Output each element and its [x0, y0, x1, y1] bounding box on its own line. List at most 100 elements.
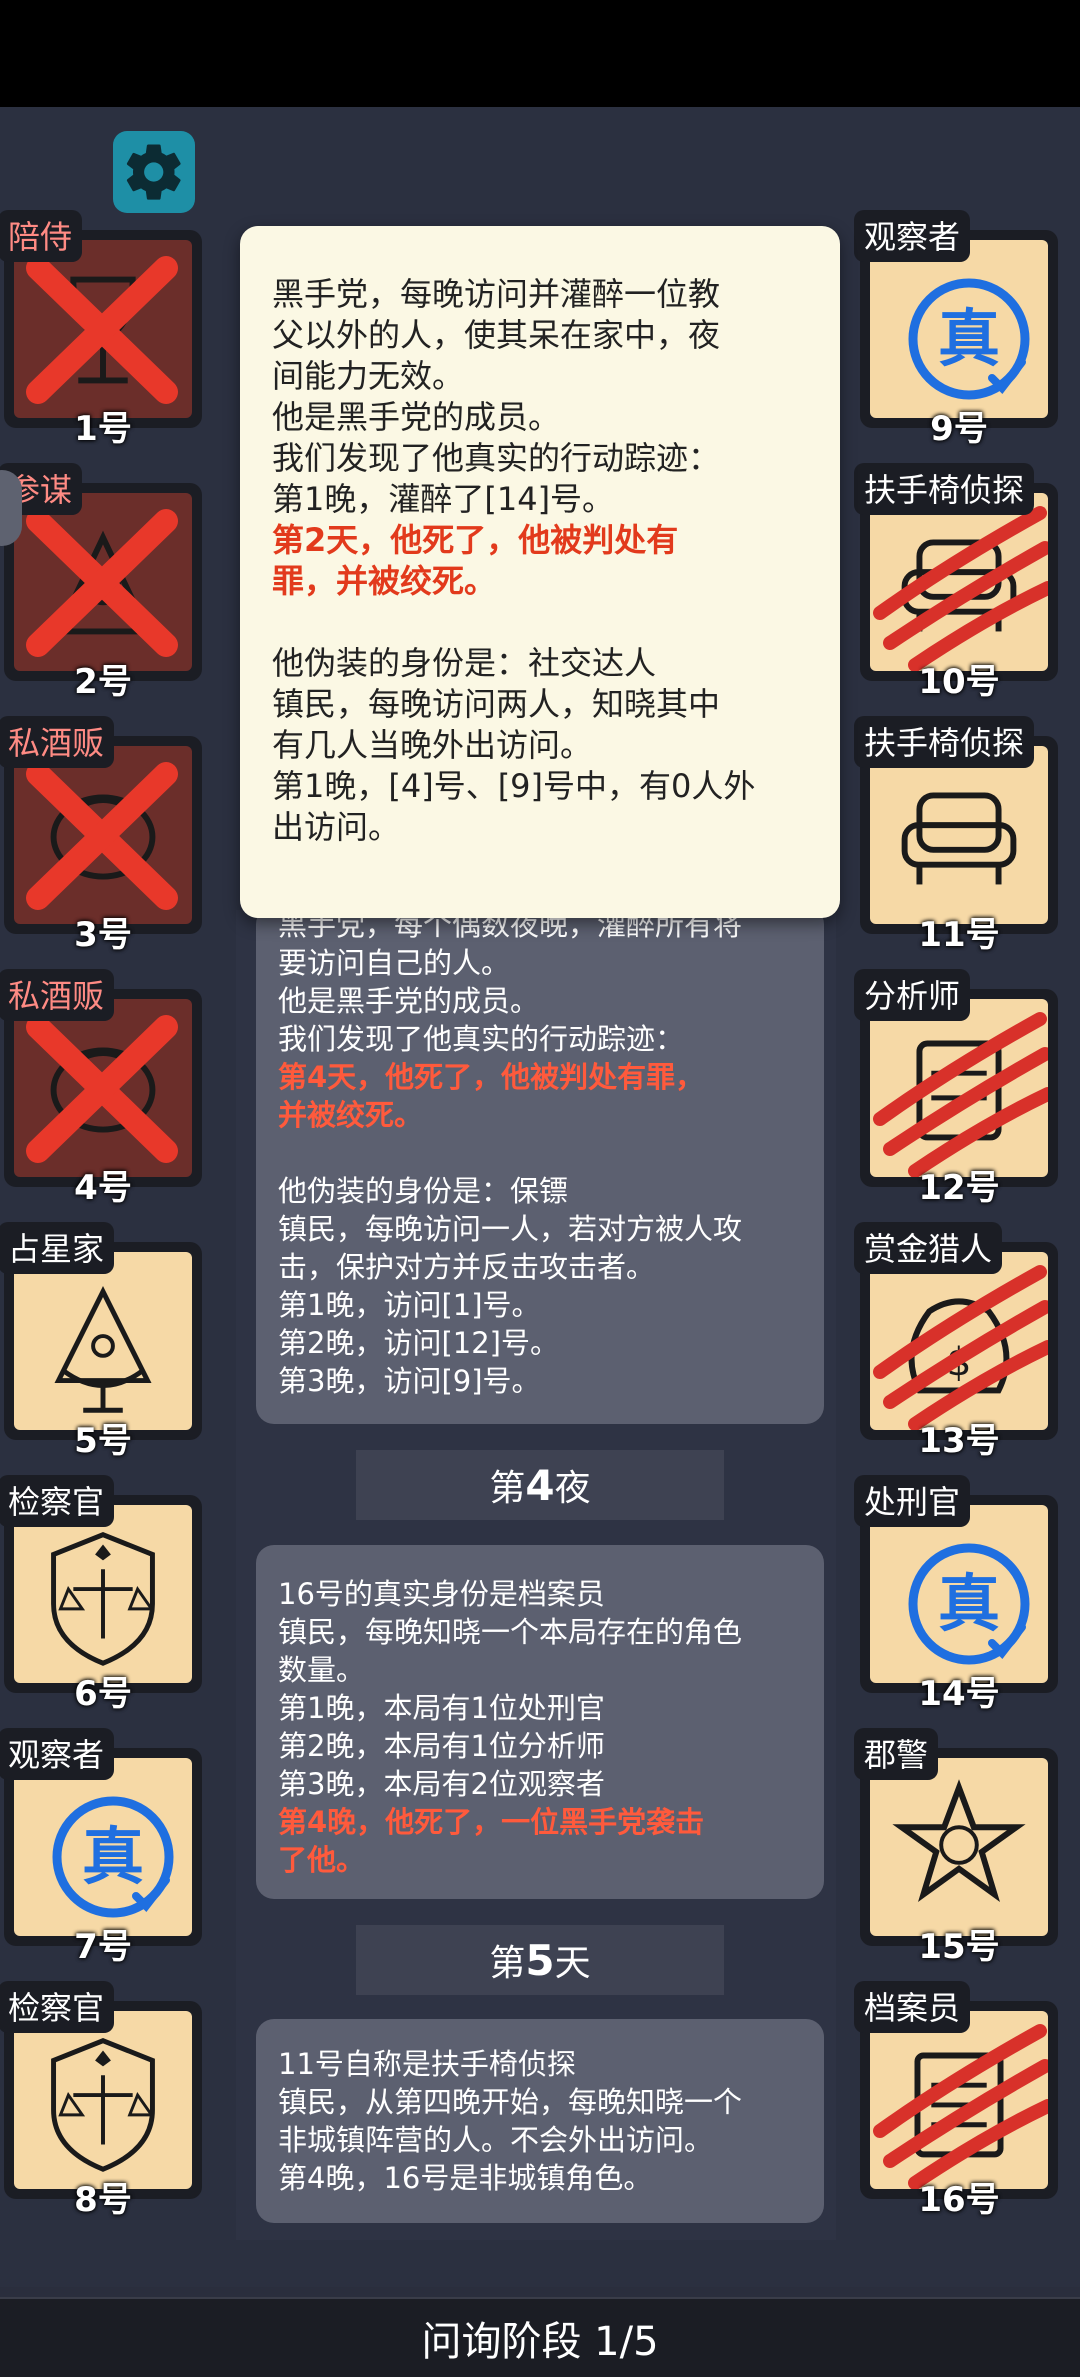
player-role-label: 观察者 [854, 210, 971, 262]
player-role-label: 档案员 [854, 1981, 971, 2033]
player-number: 9号 [930, 409, 988, 449]
player-number: 13号 [918, 1421, 1000, 1461]
log-text: 击，保护对方并反击攻击者。 [278, 1250, 656, 1284]
player-portrait: $ [870, 1252, 1048, 1430]
drawer-handle[interactable] [0, 470, 22, 546]
player-card-5号[interactable]: 占星家 5号 [0, 1222, 202, 1461]
player-number: 4号 [74, 1168, 132, 1208]
player-card-10号[interactable]: 扶手椅侦探 10号 [854, 463, 1058, 702]
player-role-label: 私酒贩 [0, 716, 115, 768]
role-detail-popup[interactable]: 黑手党，每晚访问并灌醉一位教 父以外的人，使其呆在家中，夜 间能力无效。 他是黑手党的… [240, 226, 840, 918]
log-entry-mafia-4: 黑手党，每个偶数夜晚，灌醉所有将 要访问自己的人。 他是黑手党的成员。 我们发现了他真… [256, 906, 824, 1424]
log-text: 第4晚，16号是非城镇角色。 [278, 2161, 653, 2195]
phase-indicator: 问询阶段 1/5 [0, 2297, 1080, 2377]
player-card-16号[interactable]: 档案员 16号 [854, 1981, 1058, 2220]
true-stamp-icon: 真 [904, 274, 1034, 404]
gear-icon [126, 144, 181, 200]
player-number: 10号 [918, 662, 1000, 702]
popup-text: 黑手党，每晚访问并灌醉一位教 [272, 275, 721, 313]
player-card-9号[interactable]: 真 观察者 9号 [854, 210, 1058, 449]
player-role-label: 检察官 [0, 1475, 115, 1527]
player-card-6号[interactable]: 检察官 6号 [0, 1475, 202, 1714]
popup-death-text: 第2天，他死了，他被判处有 [272, 521, 679, 559]
player-card-2号[interactable]: 参谋 2号 [0, 463, 202, 702]
player-role-label: 陪侍 [0, 210, 83, 262]
player-number: 6号 [74, 1674, 132, 1714]
dead-x-icon [20, 1005, 184, 1169]
log-text: 第2晚，访问[12]号。 [278, 1326, 559, 1360]
dead-x-icon [20, 499, 184, 663]
player-portrait [14, 1505, 192, 1683]
log-death-text: 了他。 [278, 1843, 366, 1877]
player-card-8号[interactable]: 检察官 8号 [0, 1981, 202, 2220]
log-entry-armchair-claim: 11号自称是扶手椅侦探 镇民，从第四晚开始，每晚知晓一个 非城镇阵营的人。不会外出访… [256, 2019, 824, 2223]
player-portrait: 真 [870, 1505, 1048, 1683]
dead-x-icon [20, 752, 184, 916]
popup-text: 间能力无效。 [272, 357, 465, 395]
player-role-label: 扶手椅侦探 [854, 716, 1035, 768]
log-text: 他伪装的身份是：保镖 [278, 1174, 569, 1208]
log-text: 要访问自己的人。 [278, 946, 511, 980]
armchair-icon [870, 746, 1048, 924]
player-role-label: 郡警 [854, 1728, 939, 1780]
player-role-label: 赏金猎人 [854, 1222, 1003, 1274]
player-role-label: 扶手椅侦探 [854, 463, 1035, 515]
player-card-3号[interactable]: 私酒贩 3号 [0, 716, 202, 955]
settings-button[interactable] [113, 131, 195, 213]
popup-text: 有几人当晚外出访问。 [272, 726, 593, 764]
log-entry-archivist: 16号的真实身份是档案员 镇民，每晚知晓一个本局存在的角色 数量。 第1晚，本局有1位… [256, 1545, 824, 1899]
log-text: 数量。 [278, 1653, 366, 1687]
justice-scales-icon [14, 1505, 192, 1683]
player-role-label: 观察者 [0, 1728, 115, 1780]
svg-text:真: 真 [938, 302, 1000, 375]
player-portrait [870, 1758, 1048, 1936]
player-role-label: 占星家 [0, 1222, 115, 1274]
player-card-12号[interactable]: 分析师 12号 [854, 969, 1058, 1208]
log-text: 11号自称是扶手椅侦探 [278, 2047, 576, 2081]
player-number: 5号 [74, 1421, 132, 1461]
phase-header-day-5: 第5天 [356, 1925, 724, 1995]
player-card-13号[interactable]: $ 赏金猎人 13号 [854, 1222, 1058, 1461]
player-portrait [870, 2011, 1048, 2189]
svg-text:真: 真 [938, 1567, 1000, 1640]
log-death-text: 第4天，他死了，他被判处有罪， [278, 1060, 705, 1094]
popup-text: 出访问。 [272, 808, 401, 846]
true-stamp-icon: 真 [904, 1539, 1034, 1669]
player-portrait [870, 999, 1048, 1177]
player-portrait: 真 [870, 240, 1048, 418]
claw-slash-icon [870, 2011, 1048, 2189]
true-stamp-icon: 真 [48, 1792, 178, 1922]
sextant-icon [14, 1252, 192, 1430]
log-text: 第1晚，本局有1位处刑官 [278, 1691, 605, 1725]
player-portrait [14, 999, 192, 1177]
player-number: 1号 [74, 409, 132, 449]
log-text: 第3晚，本局有2位观察者 [278, 1767, 605, 1801]
claw-slash-icon [870, 1252, 1048, 1430]
player-card-15号[interactable]: 郡警 15号 [854, 1728, 1058, 1967]
log-death-text: 第4晚，他死了，一位黑手党袭击 [278, 1805, 705, 1839]
log-text: 16号的真实身份是档案员 [278, 1577, 605, 1611]
player-number: 2号 [74, 662, 132, 702]
claw-slash-icon [870, 999, 1048, 1177]
player-card-4号[interactable]: 私酒贩 4号 [0, 969, 202, 1208]
player-portrait [14, 1252, 192, 1430]
popup-text: 他是黑手党的成员。 [272, 398, 561, 436]
log-text: 镇民，每晚访问一人，若对方被人攻 [278, 1212, 743, 1246]
player-role-label: 检察官 [0, 1981, 115, 2033]
log-death-text: 并被绞死。 [278, 1098, 424, 1132]
popup-text: 父以外的人，使其呆在家中，夜 [272, 316, 721, 354]
claw-slash-icon [870, 493, 1048, 671]
popup-text: 第1晚，[4]号、[9]号中，有0人外 [272, 767, 756, 805]
player-number: 14号 [918, 1674, 1000, 1714]
player-role-label: 私酒贩 [0, 969, 115, 1021]
popup-text: 他伪装的身份是：社交达人 [272, 644, 657, 682]
player-number: 7号 [74, 1927, 132, 1967]
player-number: 15号 [918, 1927, 1000, 1967]
player-card-11号[interactable]: 扶手椅侦探 11号 [854, 716, 1058, 955]
player-role-label: 处刑官 [854, 1475, 971, 1527]
player-card-14号[interactable]: 真 处刑官 14号 [854, 1475, 1058, 1714]
player-card-1号[interactable]: 陪侍 1号 [0, 210, 202, 449]
player-card-7号[interactable]: 真 观察者 7号 [0, 1728, 202, 1967]
player-number: 8号 [74, 2180, 132, 2220]
popup-death-text: 罪，并被绞死。 [272, 562, 497, 600]
